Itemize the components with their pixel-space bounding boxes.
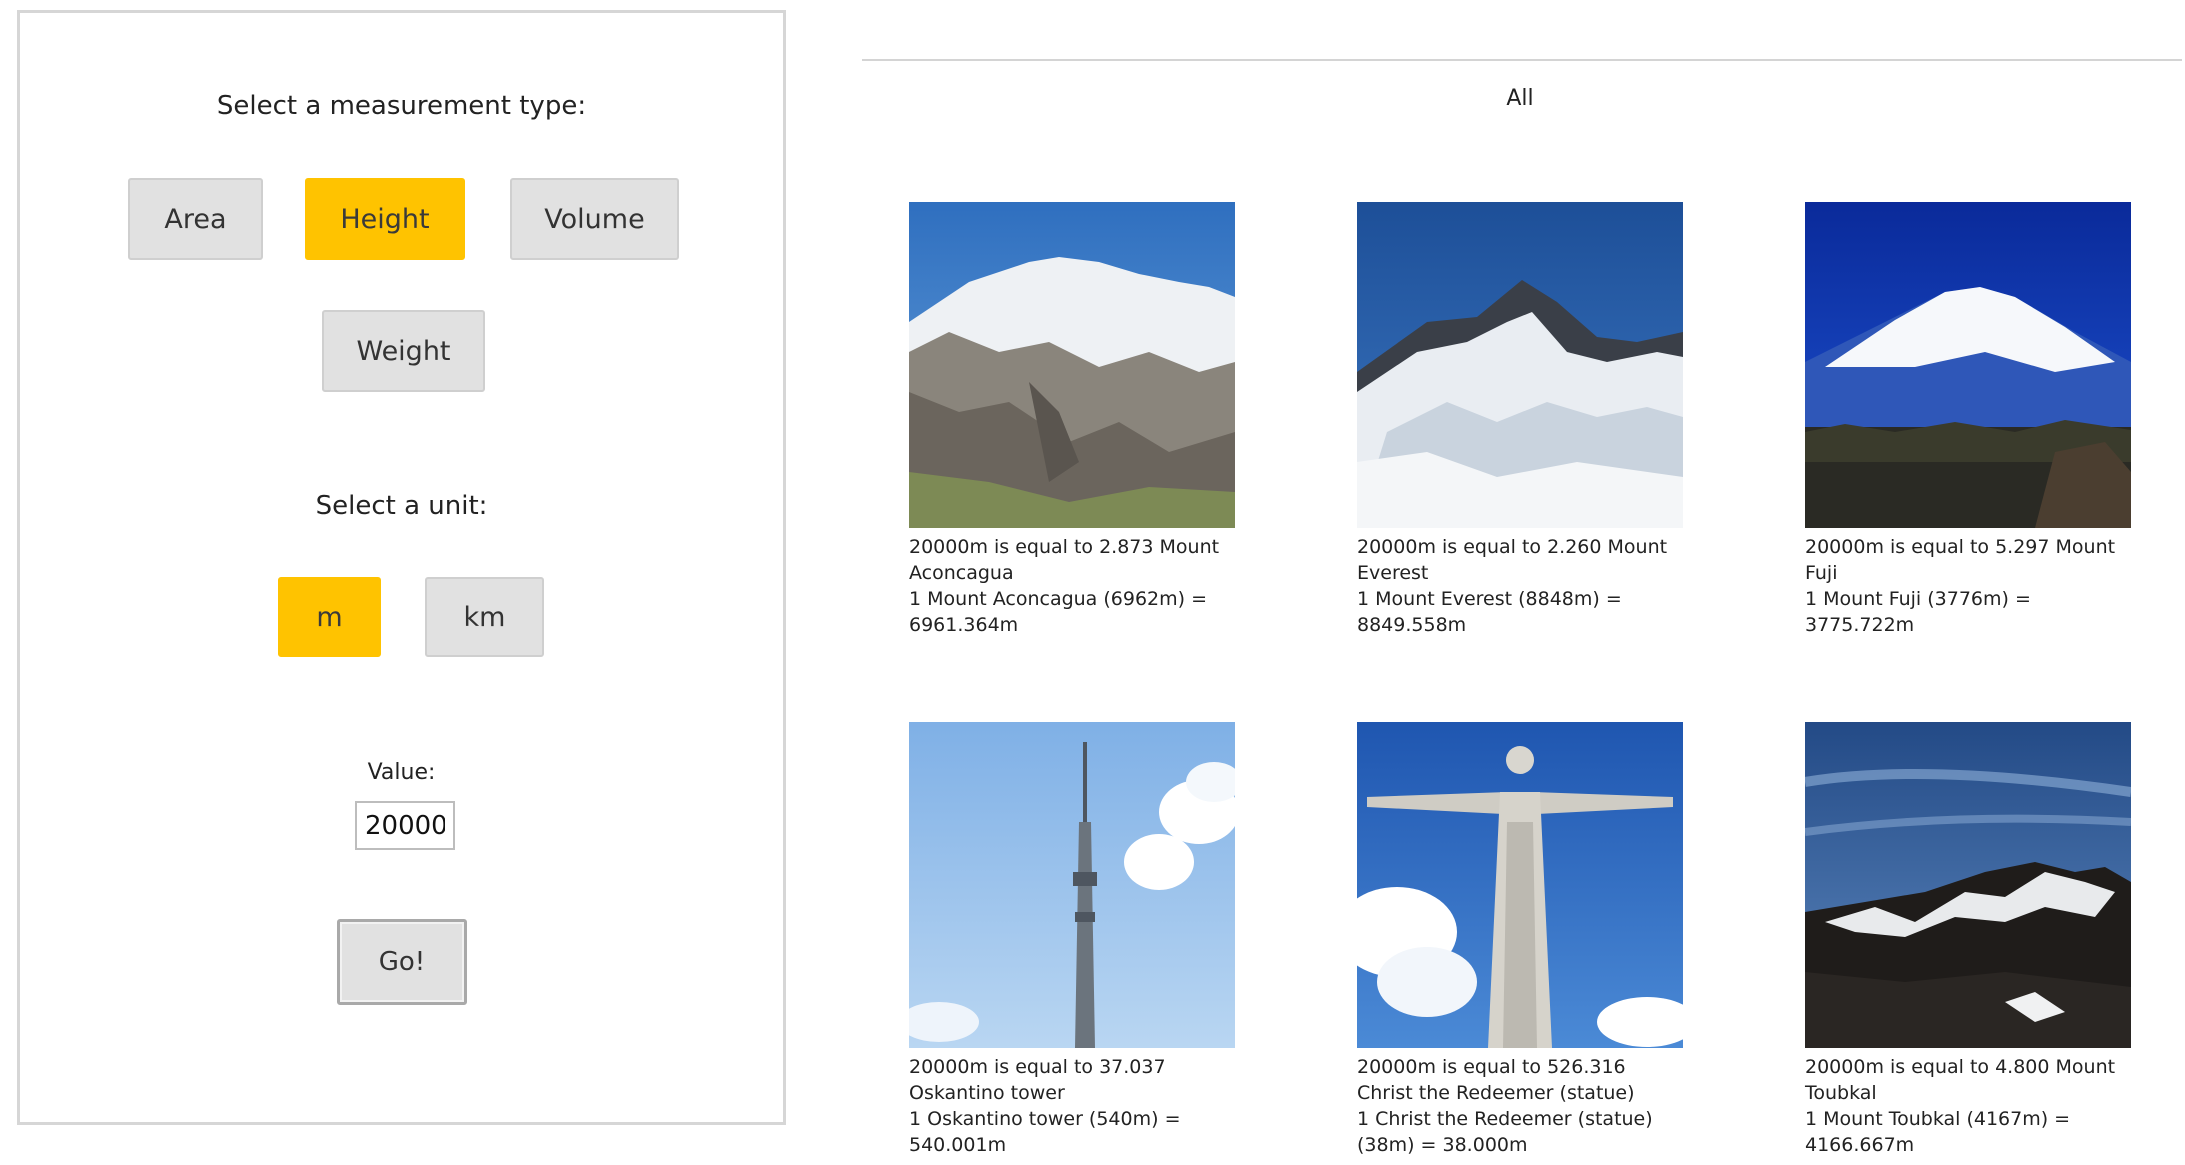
result-reference: 1 Mount Aconcagua (6962m) = 6961.364m [909, 588, 1208, 636]
unit-km-button[interactable]: km [425, 577, 544, 657]
measurement-type-title: Select a measurement type: [216, 91, 587, 121]
result-card: 20000m is equal to 2.260 Mount Everest 1… [1357, 202, 1687, 638]
result-reference: 1 Mount Fuji (3776m) = 3775.722m [1805, 588, 2031, 636]
result-equivalence: 20000m is equal to 2.873 Mount Aconcagua [909, 536, 1220, 584]
result-card: 20000m is equal to 5.297 Mount Fuji 1 Mo… [1805, 202, 2135, 638]
measurement-weight-button[interactable]: Weight [322, 310, 485, 392]
mount-fuji-image [1805, 202, 2131, 528]
result-reference: 1 Oskantino tower (540m) = 540.001m [909, 1108, 1181, 1156]
results-divider [862, 59, 2182, 61]
result-card: 20000m is equal to 2.873 Mount Aconcagua… [909, 202, 1239, 638]
mount-toubkal-image [1805, 722, 2131, 1048]
result-equivalence: 20000m is equal to 5.297 Mount Fuji [1805, 536, 2116, 584]
unit-m-button[interactable]: m [278, 577, 381, 657]
filter-all-tab[interactable]: All [1440, 86, 1600, 111]
result-reference: 1 Christ the Redeemer (statue) (38m) = 3… [1357, 1108, 1653, 1156]
result-reference: 1 Mount Toubkal (4167m) = 4166.667m [1805, 1108, 2071, 1156]
mount-everest-image [1357, 202, 1683, 528]
result-equivalence: 20000m is equal to 526.316 Christ the Re… [1357, 1056, 1635, 1104]
measurement-height-button[interactable]: Height [305, 178, 465, 260]
mount-aconcagua-image [909, 202, 1235, 528]
result-equivalence: 20000m is equal to 4.800 Mount Toubkal [1805, 1056, 2116, 1104]
oskantino-tower-image [909, 722, 1235, 1048]
result-equivalence: 20000m is equal to 2.260 Mount Everest [1357, 536, 1668, 584]
result-reference: 1 Mount Everest (8848m) = 8849.558m [1357, 588, 1622, 636]
measurement-volume-button[interactable]: Volume [510, 178, 679, 260]
unit-title: Select a unit: [315, 491, 488, 521]
measurement-area-button[interactable]: Area [128, 178, 263, 260]
value-input[interactable] [355, 801, 455, 850]
result-card: 20000m is equal to 37.037 Oskantino towe… [909, 722, 1239, 1158]
value-label: Value: [367, 760, 436, 785]
result-equivalence: 20000m is equal to 37.037 Oskantino towe… [909, 1056, 1166, 1104]
converter-panel: Select a measurement type: Area Height V… [17, 10, 786, 1125]
result-card: 20000m is equal to 526.316 Christ the Re… [1357, 722, 1687, 1158]
christ-the-redeemer-image [1357, 722, 1683, 1048]
result-card: 20000m is equal to 4.800 Mount Toubkal 1… [1805, 722, 2135, 1158]
go-button[interactable]: Go! [337, 919, 467, 1005]
